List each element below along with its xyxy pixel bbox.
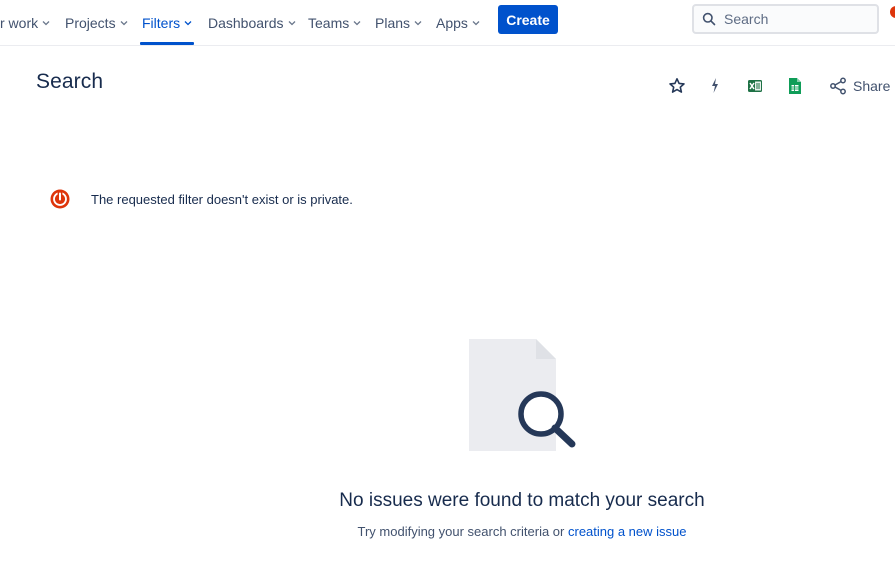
empty-state-title: No issues were found to match your searc… [339, 490, 705, 511]
header-actions: Share [0, 74, 895, 98]
top-navigation: r work Projects Filters Dashboards Teams… [0, 0, 895, 46]
chevron-down-icon [288, 19, 296, 27]
global-search[interactable] [692, 4, 879, 34]
nav-item-label: Plans [375, 14, 411, 31]
create-button[interactable]: Create [498, 5, 558, 34]
star-icon [668, 77, 686, 95]
error-text: The requested filter doesn't exist or is… [91, 191, 353, 207]
nav-item-apps[interactable]: Apps [436, 0, 480, 45]
error-power-icon [50, 189, 70, 209]
share-button[interactable]: Share [829, 74, 890, 98]
share-label: Share [853, 78, 891, 94]
nav-item-projects[interactable]: Projects [65, 0, 128, 45]
error-message: The requested filter doesn't exist or is… [50, 189, 353, 209]
export-excel-button[interactable] [747, 74, 763, 98]
nav-item-label: r work [0, 14, 39, 31]
nav-item-dashboards[interactable]: Dashboards [208, 0, 296, 45]
chevron-down-icon [120, 19, 128, 27]
nav-item-label: Projects [65, 14, 116, 31]
chevron-down-icon [353, 19, 361, 27]
lightning-icon [709, 77, 721, 95]
nav-item-teams[interactable]: Teams [308, 0, 361, 45]
search-input[interactable] [724, 11, 864, 27]
nav-item-your-work[interactable]: r work [0, 0, 50, 45]
avatar[interactable] [890, 6, 895, 18]
create-issue-link[interactable]: creating a new issue [568, 524, 687, 539]
nav-item-filters[interactable]: Filters [140, 0, 195, 45]
nav-item-label: Filters [142, 14, 181, 31]
nav-item-label: Teams [308, 14, 350, 31]
document-search-illustration [466, 337, 580, 453]
chevron-down-icon [472, 19, 480, 27]
export-sheets-button[interactable] [788, 74, 802, 98]
search-icon [702, 12, 716, 26]
empty-state-subtitle: Try modifying your search criteria or cr… [0, 524, 895, 539]
automation-button[interactable] [709, 74, 721, 98]
chevron-down-icon [42, 19, 50, 27]
chevron-down-icon [414, 19, 422, 27]
empty-state-subtitle-text: Try modifying your search criteria or [357, 524, 568, 539]
share-icon [829, 77, 847, 95]
chevron-down-icon [184, 19, 192, 27]
excel-export-icon [747, 78, 763, 94]
nav-item-label: Dashboards [208, 14, 284, 31]
google-sheets-icon [788, 77, 802, 95]
nav-item-plans[interactable]: Plans [375, 0, 422, 45]
nav-item-label: Apps [436, 14, 468, 31]
star-filter-button[interactable] [668, 74, 686, 98]
